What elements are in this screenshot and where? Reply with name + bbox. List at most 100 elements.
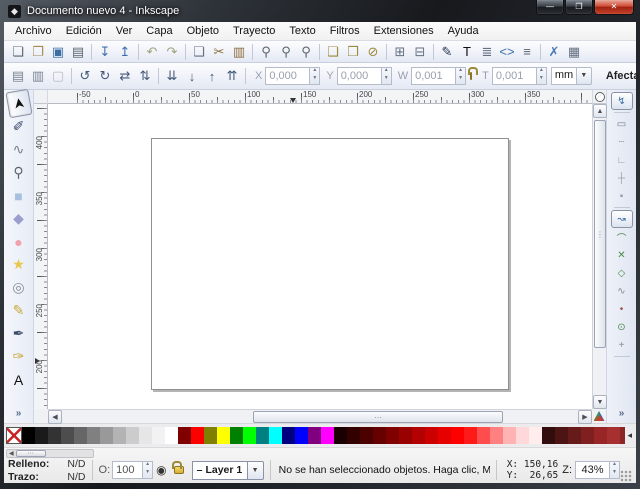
rotate-cw-icon[interactable]: ↻ bbox=[95, 66, 115, 86]
palette-swatch[interactable] bbox=[594, 427, 607, 444]
palette-swatch[interactable] bbox=[321, 427, 334, 444]
palette-swatch[interactable] bbox=[269, 427, 282, 444]
palette-swatch[interactable] bbox=[152, 427, 165, 444]
snap-line-midpoints[interactable]: • bbox=[611, 300, 633, 318]
open-document-icon[interactable]: ❐ bbox=[28, 42, 48, 62]
palette-swatch[interactable] bbox=[464, 427, 477, 444]
palette-swatch[interactable] bbox=[204, 427, 217, 444]
horizontal-scroll-thumb[interactable] bbox=[253, 411, 503, 423]
toolbox-overflow-icon[interactable]: » bbox=[16, 408, 22, 419]
snap-edge-midpoints[interactable]: ┼ bbox=[611, 169, 633, 187]
flip-vertical-icon[interactable]: ⇅ bbox=[135, 66, 155, 86]
snap-paths[interactable]: ⌒ bbox=[611, 228, 633, 246]
opacity-spinner[interactable]: ▲▼ bbox=[142, 461, 153, 479]
layer-lock-icon[interactable] bbox=[174, 466, 184, 474]
palette-swatch[interactable] bbox=[399, 427, 412, 444]
canvas[interactable] bbox=[48, 104, 592, 409]
selector-tool[interactable]: ➤ bbox=[5, 89, 32, 119]
palette-swatch[interactable] bbox=[243, 427, 256, 444]
fill-stroke-indicator[interactable]: Relleno: N/D Trazo: N/D bbox=[8, 458, 86, 483]
menu-texto[interactable]: Texto bbox=[282, 23, 322, 39]
chevron-down-icon[interactable]: ▼ bbox=[248, 461, 264, 480]
undo-icon[interactable]: ↶ bbox=[142, 42, 162, 62]
horizontal-scrollbar[interactable]: ◀ ▶ bbox=[48, 409, 592, 423]
tweak-tool[interactable]: ∿ bbox=[6, 138, 32, 161]
resize-grip[interactable] bbox=[620, 470, 632, 482]
unit-combobox[interactable]: mm ▼ bbox=[551, 67, 592, 85]
palette-swatch[interactable] bbox=[542, 427, 555, 444]
print-icon[interactable]: ▤ bbox=[68, 42, 88, 62]
menu-edicion[interactable]: Edición bbox=[59, 23, 109, 39]
palette-swatch[interactable] bbox=[165, 427, 178, 444]
select-all-layers-icon[interactable]: ▥ bbox=[28, 66, 48, 86]
height-input[interactable] bbox=[492, 67, 536, 85]
save-icon[interactable]: ▣ bbox=[48, 42, 68, 62]
palette-swatch[interactable] bbox=[295, 427, 308, 444]
snap-bbox[interactable]: ▭ bbox=[611, 115, 633, 133]
palette-swatch[interactable] bbox=[451, 427, 464, 444]
palette-swatch[interactable] bbox=[412, 427, 425, 444]
palette-swatch[interactable] bbox=[386, 427, 399, 444]
x-spinner[interactable]: ▲▼ bbox=[309, 67, 320, 85]
layers-dialog-icon[interactable]: ≣ bbox=[477, 42, 497, 62]
menu-capa[interactable]: Capa bbox=[139, 23, 179, 39]
scroll-right-icon[interactable]: ▶ bbox=[578, 410, 592, 424]
palette-swatch[interactable] bbox=[607, 427, 620, 444]
menu-extensiones[interactable]: Extensiones bbox=[367, 23, 441, 39]
palette-swatch[interactable] bbox=[555, 427, 568, 444]
palette-swatch[interactable] bbox=[35, 427, 48, 444]
palette-swatch[interactable] bbox=[6, 427, 22, 444]
lock-ratio-icon[interactable] bbox=[470, 72, 472, 80]
palette-swatch[interactable] bbox=[74, 427, 87, 444]
close-button[interactable]: ✕ bbox=[594, 0, 634, 15]
menu-trayecto[interactable]: Trayecto bbox=[226, 23, 282, 39]
layer-visibility-eye-icon[interactable]: ◉ bbox=[156, 463, 166, 477]
palette-swatch[interactable] bbox=[425, 427, 438, 444]
snap-path-intersections[interactable]: ✕ bbox=[611, 246, 633, 264]
zoom-page-icon[interactable]: ⚲ bbox=[296, 42, 316, 62]
calligraphy-tool[interactable]: ✑ bbox=[6, 345, 32, 368]
palette-swatch[interactable] bbox=[477, 427, 490, 444]
y-input[interactable] bbox=[337, 67, 381, 85]
spiral-tool[interactable]: ◎ bbox=[6, 276, 32, 299]
palette-swatch[interactable] bbox=[490, 427, 503, 444]
xml-editor-icon[interactable]: <> bbox=[497, 42, 517, 62]
maximize-button[interactable]: ❐ bbox=[565, 0, 593, 15]
palette-swatch[interactable] bbox=[113, 427, 126, 444]
snap-enable[interactable]: ↯ bbox=[611, 92, 633, 110]
palette-swatch[interactable] bbox=[282, 427, 295, 444]
palette-swatch[interactable] bbox=[48, 427, 61, 444]
preferences-icon[interactable]: ✗ bbox=[544, 42, 564, 62]
titlebar[interactable]: ◆ Documento nuevo 4 - Inkscape —❐✕ bbox=[4, 0, 636, 22]
width-spinner[interactable]: ▲▼ bbox=[455, 67, 466, 85]
height-spinner[interactable]: ▲▼ bbox=[536, 67, 547, 85]
palette-swatch[interactable] bbox=[191, 427, 204, 444]
vertical-scroll-thumb[interactable] bbox=[594, 120, 606, 348]
snap-object-centers[interactable]: ⊙ bbox=[611, 318, 633, 336]
ungroup-icon[interactable]: ⊟ bbox=[410, 42, 430, 62]
palette-swatch[interactable] bbox=[516, 427, 529, 444]
zoom-tool[interactable]: ⚲ bbox=[6, 161, 32, 184]
pencil-tool[interactable]: ✎ bbox=[6, 299, 32, 322]
deselect-icon[interactable]: ▢ bbox=[48, 66, 68, 86]
vertical-ruler[interactable]: 400350300250200150 bbox=[34, 104, 48, 409]
palette-swatch[interactable] bbox=[503, 427, 516, 444]
snap-cusp-nodes[interactable]: ◇ bbox=[611, 264, 633, 282]
palette-scroll-left-icon[interactable]: ◀ bbox=[7, 450, 16, 457]
palette-swatch[interactable] bbox=[308, 427, 321, 444]
bezier-tool[interactable]: ✒ bbox=[6, 322, 32, 345]
snap-rotation-centers[interactable]: + bbox=[611, 336, 633, 354]
palette-scroll-icon[interactable]: ◂ bbox=[625, 430, 634, 441]
palette-swatch[interactable] bbox=[61, 427, 74, 444]
box3d-tool[interactable]: ◆ bbox=[6, 207, 32, 230]
snap-nodes[interactable]: ↝ bbox=[611, 210, 633, 228]
paste-icon[interactable]: ▥ bbox=[229, 42, 249, 62]
zoom-input[interactable] bbox=[575, 461, 609, 479]
export-icon[interactable]: ↥ bbox=[115, 42, 135, 62]
palette-swatch[interactable] bbox=[139, 427, 152, 444]
lower-icon[interactable]: ↓ bbox=[182, 66, 202, 86]
group-icon[interactable]: ⊞ bbox=[390, 42, 410, 62]
minimize-button[interactable]: — bbox=[536, 0, 564, 15]
duplicate-icon[interactable]: ❑ bbox=[323, 42, 343, 62]
color-management-icon[interactable] bbox=[594, 411, 605, 421]
